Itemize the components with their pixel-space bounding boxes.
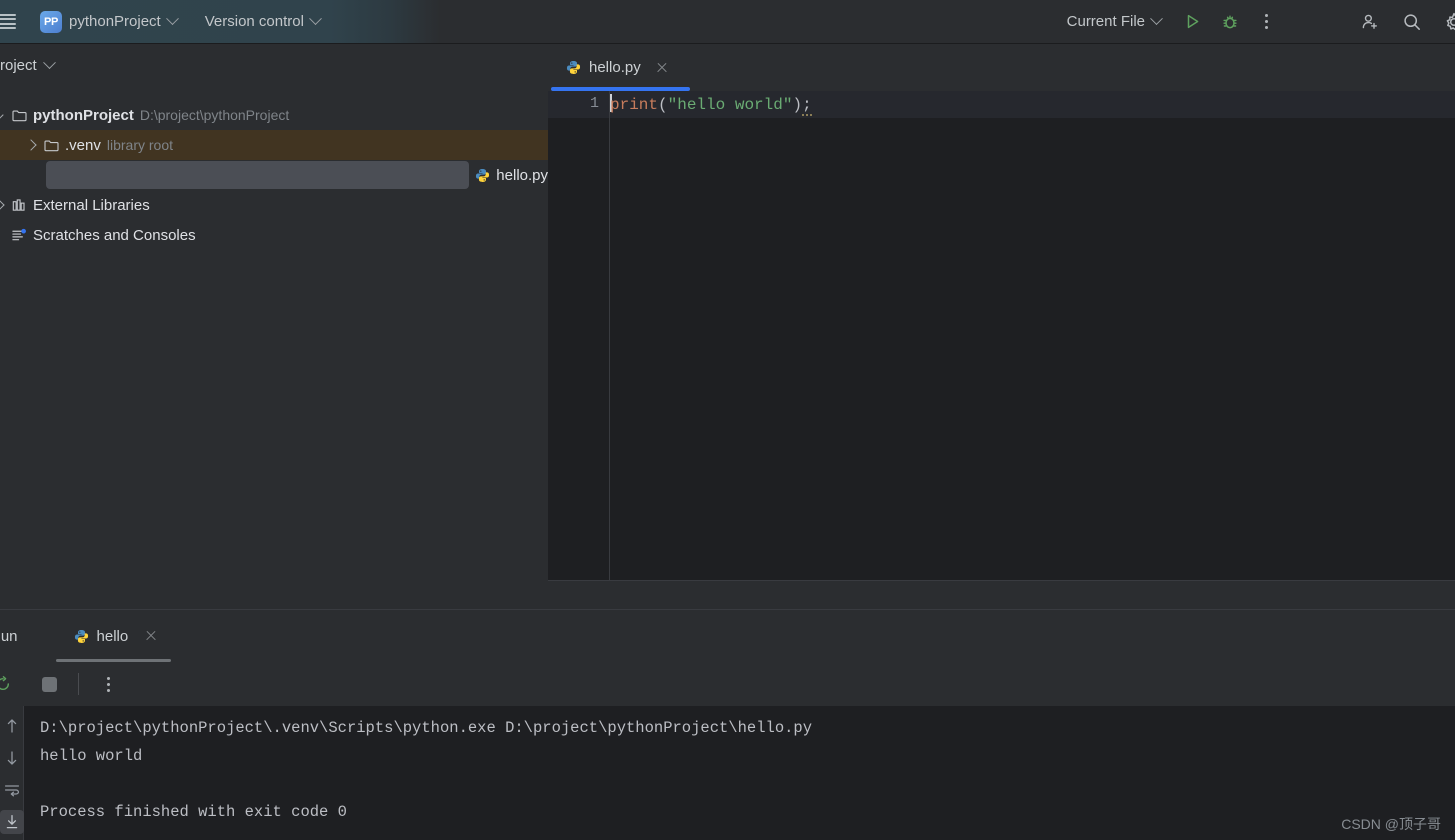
editor-tab-strip: hello.py xyxy=(548,44,1455,91)
project-badge: PP xyxy=(40,10,62,33)
code-token-close-paren: ) xyxy=(792,96,803,114)
python-file-icon xyxy=(566,61,581,74)
rerun-button[interactable] xyxy=(0,669,18,699)
tree-hint: library root xyxy=(106,137,173,153)
stop-button[interactable] xyxy=(34,669,64,699)
console-command-line: D:\project\pythonProject\.venv\Scripts\p… xyxy=(40,719,813,737)
code-line-1: print("hello world"); xyxy=(610,94,812,116)
tree-item-pythonproject[interactable]: pythonProject D:\project\pythonProject xyxy=(0,100,548,130)
scroll-up-icon xyxy=(7,719,16,733)
version-control-label: Version control xyxy=(204,13,304,30)
project-tree: pythonProject D:\project\pythonProject .… xyxy=(0,86,548,250)
stop-icon xyxy=(41,676,57,692)
console-side-toolbar xyxy=(0,706,24,840)
debug-icon xyxy=(1223,15,1237,28)
soft-wrap-icon xyxy=(4,785,19,797)
editor-tab-label: hello.py xyxy=(589,59,641,76)
console-exit-line: Process finished with exit code 0 xyxy=(40,803,347,821)
project-tool-window: Project pythonProject D:\project\pythonP… xyxy=(0,44,548,609)
folder-icon xyxy=(44,139,59,151)
run-panel-title: Run xyxy=(0,627,18,645)
csdn-watermark: CSDN @顶子哥 xyxy=(1341,816,1441,832)
python-file-icon xyxy=(476,168,490,182)
code-token-function: print xyxy=(610,96,659,114)
add-user-icon xyxy=(1362,14,1377,29)
scroll-down-button[interactable] xyxy=(0,746,24,770)
run-tool-window: Run hello xyxy=(0,609,1455,840)
folder-icon xyxy=(12,109,27,121)
console-program-output: hello world xyxy=(40,747,143,765)
search-icon xyxy=(1404,13,1420,30)
settings-gear-icon xyxy=(1446,12,1455,30)
scroll-to-end-button[interactable] xyxy=(0,810,24,834)
run-toolbar xyxy=(0,662,1455,706)
tree-label: hello.py xyxy=(496,166,548,184)
more-options-icon xyxy=(106,676,110,692)
run-tab-label: hello xyxy=(96,627,129,645)
chevron-down-icon xyxy=(165,12,179,26)
pycharm-window: PP pythonProject Version control Current… xyxy=(0,0,1455,840)
scroll-to-end-icon xyxy=(6,814,17,829)
hamburger-icon[interactable] xyxy=(0,13,16,30)
chevron-down-icon xyxy=(1150,12,1163,26)
code-token-open-paren: ( xyxy=(658,96,668,114)
editor-tab-hello-py[interactable]: hello.py xyxy=(548,44,683,91)
editor-gutter[interactable]: 1 xyxy=(548,91,610,581)
toolbar-divider xyxy=(78,673,79,695)
project-panel-header[interactable]: Project xyxy=(0,44,548,86)
console-output: D:\project\pythonProject\.venv\Scripts\p… xyxy=(40,714,812,826)
tree-label: .venv xyxy=(65,136,101,154)
chevron-down-icon xyxy=(42,55,56,69)
close-icon[interactable] xyxy=(144,629,158,643)
share-project-button[interactable] xyxy=(1355,7,1385,37)
scroll-down-icon xyxy=(7,751,16,765)
library-icon xyxy=(12,199,25,211)
run-config-label: Current File xyxy=(1066,13,1145,30)
run-tab-hello[interactable]: hello xyxy=(64,610,169,662)
python-file-icon xyxy=(74,629,88,643)
editor-area: hello.py 1 print("hello world"); xyxy=(548,44,1455,609)
run-configuration-selector[interactable]: Current File xyxy=(1061,8,1167,36)
tree-hint: D:\project\pythonProject xyxy=(139,107,290,123)
run-more-options-button[interactable] xyxy=(93,669,123,699)
settings-button[interactable] xyxy=(1439,7,1455,37)
active-run-tab-indicator xyxy=(56,659,171,662)
tree-label: External Libraries xyxy=(33,196,150,214)
more-options-icon xyxy=(1264,14,1268,29)
code-token-string: "hello world" xyxy=(667,96,793,114)
scroll-up-button[interactable] xyxy=(0,714,24,738)
run-button[interactable] xyxy=(1177,7,1207,37)
console-area: D:\project\pythonProject\.venv\Scripts\p… xyxy=(0,706,1455,840)
run-icon xyxy=(1187,14,1198,29)
code-token-semicolon-warning: ; xyxy=(802,96,812,116)
more-options-button[interactable] xyxy=(1251,7,1281,37)
tree-item-venv[interactable]: .venv library root xyxy=(0,130,548,160)
tree-label: Scratches and Consoles xyxy=(33,226,196,244)
version-control-menu[interactable]: Version control xyxy=(199,8,326,36)
close-icon[interactable] xyxy=(655,61,669,75)
search-button[interactable] xyxy=(1397,7,1427,37)
editor-bottom-strip xyxy=(548,581,1455,609)
soft-wrap-button[interactable] xyxy=(0,778,24,802)
debug-button[interactable] xyxy=(1215,7,1245,37)
chevron-down-icon xyxy=(309,12,322,26)
title-bar: PP pythonProject Version control Current… xyxy=(0,0,1455,44)
project-name-label: pythonProject xyxy=(69,13,161,30)
line-number: 1 xyxy=(589,95,599,112)
tree-label: pythonProject xyxy=(33,106,134,124)
tree-item-scratches-consoles[interactable]: Scratches and Consoles xyxy=(0,220,548,250)
tree-item-external-libraries[interactable]: External Libraries xyxy=(0,190,548,220)
chevron-right-icon[interactable] xyxy=(24,138,38,152)
project-switcher[interactable]: PP pythonProject xyxy=(34,8,183,36)
scratches-icon xyxy=(12,228,26,241)
project-panel-title: Project xyxy=(0,56,37,74)
run-panel-header: Run hello xyxy=(0,610,1455,662)
selection-highlight xyxy=(46,161,470,189)
chevron-down-icon[interactable] xyxy=(0,108,6,122)
tree-item-hello-py[interactable]: hello.py xyxy=(0,160,548,190)
rerun-icon xyxy=(0,675,9,690)
code-canvas[interactable]: 1 print("hello world"); xyxy=(548,91,1455,609)
chevron-right-icon[interactable] xyxy=(0,198,6,212)
